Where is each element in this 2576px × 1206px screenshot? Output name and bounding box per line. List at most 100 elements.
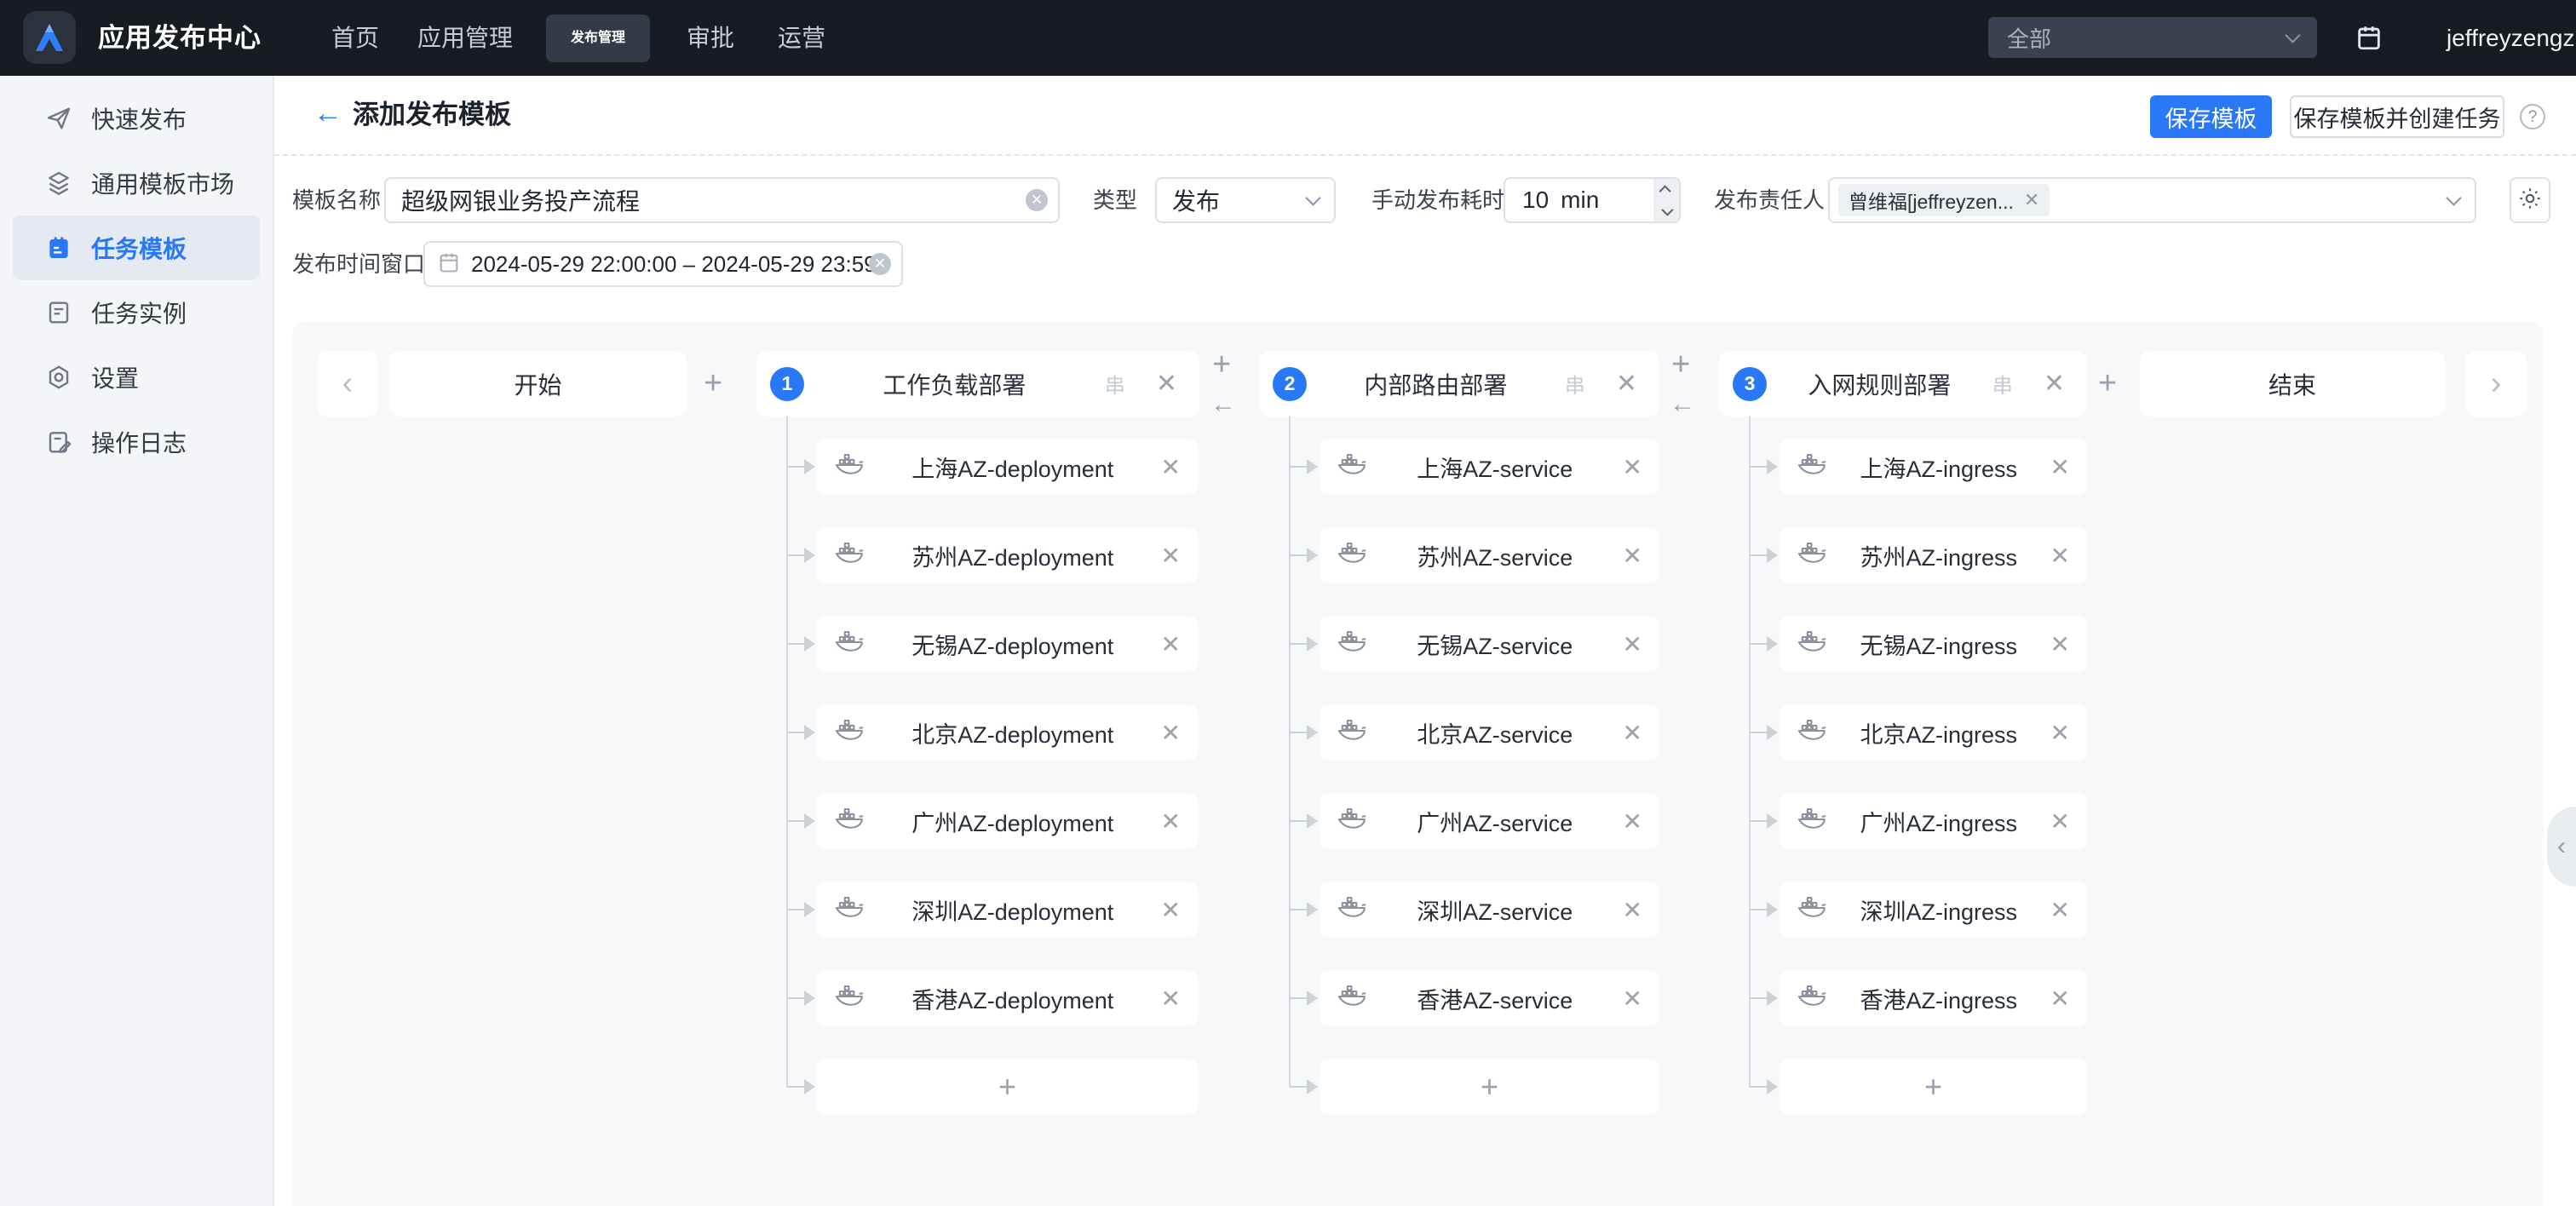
add-stage-icon[interactable]: + xyxy=(2098,367,2117,399)
remove-item-icon[interactable]: ✕ xyxy=(1161,542,1181,570)
stage-item-card[interactable]: 上海AZ-service✕ xyxy=(1320,439,1659,495)
clear-icon[interactable]: ✕ xyxy=(869,253,891,275)
calendar-icon xyxy=(437,250,461,279)
stage-item-card[interactable]: 深圳AZ-ingress✕ xyxy=(1780,882,2087,938)
stage-card[interactable]: 2内部路由部署串✕ xyxy=(1259,351,1659,416)
remove-item-icon[interactable]: ✕ xyxy=(1623,896,1642,924)
remove-item-icon[interactable]: ✕ xyxy=(1623,453,1642,481)
sidebar-item-label: 任务实例 xyxy=(91,296,187,330)
template-name-input[interactable]: 超级网银业务投产流程 ✕ xyxy=(384,177,1060,223)
add-stage-icon[interactable]: + xyxy=(1212,348,1231,381)
stage-item-card[interactable]: 香港AZ-service✕ xyxy=(1320,970,1659,1026)
manual-duration-input[interactable]: 10 min xyxy=(1504,177,1681,223)
remove-item-icon[interactable]: ✕ xyxy=(1161,807,1181,836)
stage-item-card[interactable]: 深圳AZ-service✕ xyxy=(1320,882,1659,938)
clear-icon[interactable]: ✕ xyxy=(1026,189,1048,211)
scroll-left-button[interactable]: ‹ xyxy=(317,351,378,416)
stepper-up-icon[interactable] xyxy=(1653,179,1679,200)
stage-item-card[interactable]: 深圳AZ-deployment✕ xyxy=(817,882,1198,938)
remove-item-icon[interactable]: ✕ xyxy=(2050,896,2070,924)
stepper-down-icon[interactable] xyxy=(1653,200,1679,221)
stage-item-card[interactable]: 上海AZ-deployment✕ xyxy=(817,439,1198,495)
remove-item-icon[interactable]: ✕ xyxy=(1161,985,1181,1013)
remove-item-icon[interactable]: ✕ xyxy=(2050,985,2070,1013)
nav-operations[interactable]: 运营 xyxy=(778,0,825,76)
add-stage-icon[interactable]: + xyxy=(704,367,722,399)
stage-item-card[interactable]: 苏州AZ-deployment✕ xyxy=(817,527,1198,583)
remove-item-icon[interactable]: ✕ xyxy=(1623,807,1642,836)
type-select[interactable]: 发布 xyxy=(1155,177,1336,223)
release-window-input[interactable]: 2024-05-29 22:00:00 – 2024-05-29 23:59:5… xyxy=(423,241,903,287)
stage-item-label: 无锡AZ-ingress xyxy=(1827,628,2050,661)
stage-item-card[interactable]: 香港AZ-ingress✕ xyxy=(1780,970,2087,1026)
stage-item-card[interactable]: 广州AZ-service✕ xyxy=(1320,793,1659,849)
save-and-create-task-button[interactable]: 保存模板并创建任务 xyxy=(2290,95,2504,138)
nav-app-management[interactable]: 应用管理 xyxy=(417,0,513,76)
sidebar-item-quick-release[interactable]: 快速发布 xyxy=(13,86,260,151)
sidebar-item-template-market[interactable]: 通用模板市场 xyxy=(13,151,260,215)
stage-item-card[interactable]: 北京AZ-service✕ xyxy=(1320,704,1659,761)
stage-item-card[interactable]: 北京AZ-deployment✕ xyxy=(817,704,1198,761)
stage-item-card[interactable]: 广州AZ-deployment✕ xyxy=(817,793,1198,849)
stage-card[interactable]: 3入网规则部署串✕ xyxy=(1719,351,2087,416)
remove-tag-icon[interactable]: ✕ xyxy=(2024,189,2039,211)
owner-settings-button[interactable] xyxy=(2510,177,2550,223)
release-owner-select[interactable]: 曾维福[jeffreyzen... ✕ xyxy=(1828,177,2476,223)
scroll-right-button[interactable]: › xyxy=(2465,351,2527,416)
remove-item-icon[interactable]: ✕ xyxy=(2050,719,2070,747)
remove-item-icon[interactable]: ✕ xyxy=(1161,630,1181,658)
remove-item-icon[interactable]: ✕ xyxy=(1161,719,1181,747)
add-item-button[interactable]: + xyxy=(1320,1059,1659,1115)
app-title: 应用发布中心 xyxy=(98,0,262,76)
sidebar-item-settings[interactable]: 设置 xyxy=(13,345,260,410)
stage-item-card[interactable]: 无锡AZ-deployment✕ xyxy=(817,616,1198,672)
remove-item-icon[interactable]: ✕ xyxy=(2050,630,2070,658)
serial-mode-indicator[interactable]: 串 xyxy=(1105,369,1125,399)
stage-item-card[interactable]: 北京AZ-ingress✕ xyxy=(1780,704,2087,761)
sidebar-item-task-templates[interactable]: 任务模板 xyxy=(13,215,260,280)
stage-item-card[interactable]: 苏州AZ-service✕ xyxy=(1320,527,1659,583)
remove-item-icon[interactable]: ✕ xyxy=(2050,807,2070,836)
stage-item-card[interactable]: 无锡AZ-ingress✕ xyxy=(1780,616,2087,672)
remove-item-icon[interactable]: ✕ xyxy=(1623,719,1642,747)
stage-item-card[interactable]: 上海AZ-ingress✕ xyxy=(1780,439,2087,495)
scope-filter-select[interactable]: 全部 xyxy=(1988,17,2317,58)
sidebar-item-operation-log[interactable]: 操作日志 xyxy=(13,410,260,474)
serial-mode-indicator[interactable]: 串 xyxy=(1565,369,1585,399)
save-template-button[interactable]: 保存模板 xyxy=(2150,95,2272,138)
stage-item-card[interactable]: 苏州AZ-ingress✕ xyxy=(1780,527,2087,583)
remove-item-icon[interactable]: ✕ xyxy=(1623,985,1642,1013)
remove-item-icon[interactable]: ✕ xyxy=(2050,542,2070,570)
drawer-expand-handle[interactable]: ‹ xyxy=(2547,807,2576,887)
add-stage-icon[interactable]: + xyxy=(1671,348,1690,381)
remove-item-icon[interactable]: ✕ xyxy=(1161,896,1181,924)
nav-release-management[interactable]: 发布管理 xyxy=(546,14,650,62)
serial-mode-indicator[interactable]: 串 xyxy=(1992,369,2013,399)
stage-item-card[interactable]: 无锡AZ-service✕ xyxy=(1320,616,1659,672)
nav-approval[interactable]: 审批 xyxy=(687,0,734,76)
add-item-button[interactable]: + xyxy=(1780,1059,2087,1115)
calendar-icon[interactable] xyxy=(2355,23,2383,56)
move-stage-left-icon[interactable]: ← xyxy=(1670,392,1695,417)
remove-item-icon[interactable]: ✕ xyxy=(2050,453,2070,481)
remove-stage-icon[interactable]: ✕ xyxy=(1156,369,1177,399)
stage-card[interactable]: 1工作负载部署串✕ xyxy=(756,351,1199,416)
app-logo-icon[interactable] xyxy=(23,11,76,64)
remove-stage-icon[interactable]: ✕ xyxy=(1616,369,1637,399)
help-icon[interactable]: ? xyxy=(2520,104,2545,129)
remove-item-icon[interactable]: ✕ xyxy=(1161,453,1181,481)
stage-item-card[interactable]: 香港AZ-deployment✕ xyxy=(817,970,1198,1026)
move-stage-left-icon[interactable]: ← xyxy=(1210,392,1236,417)
stage-item-card[interactable]: 广州AZ-ingress✕ xyxy=(1780,793,2087,849)
connector-arrow xyxy=(1290,466,1307,468)
sidebar-item-task-instances[interactable]: 任务实例 xyxy=(13,280,260,345)
current-user[interactable]: jeffreyzengz xyxy=(2447,0,2574,76)
nav-home[interactable]: 首页 xyxy=(331,0,379,76)
remove-stage-icon[interactable]: ✕ xyxy=(2044,369,2065,399)
release-window-label: 发布时间窗口 xyxy=(292,241,425,287)
add-item-button[interactable]: + xyxy=(817,1059,1198,1115)
back-arrow-icon[interactable]: ← xyxy=(313,76,342,154)
topbar: 应用发布中心 首页 应用管理 发布管理 审批 运营 全部 jeffreyzeng… xyxy=(0,0,2576,76)
remove-item-icon[interactable]: ✕ xyxy=(1623,630,1642,658)
remove-item-icon[interactable]: ✕ xyxy=(1623,542,1642,570)
